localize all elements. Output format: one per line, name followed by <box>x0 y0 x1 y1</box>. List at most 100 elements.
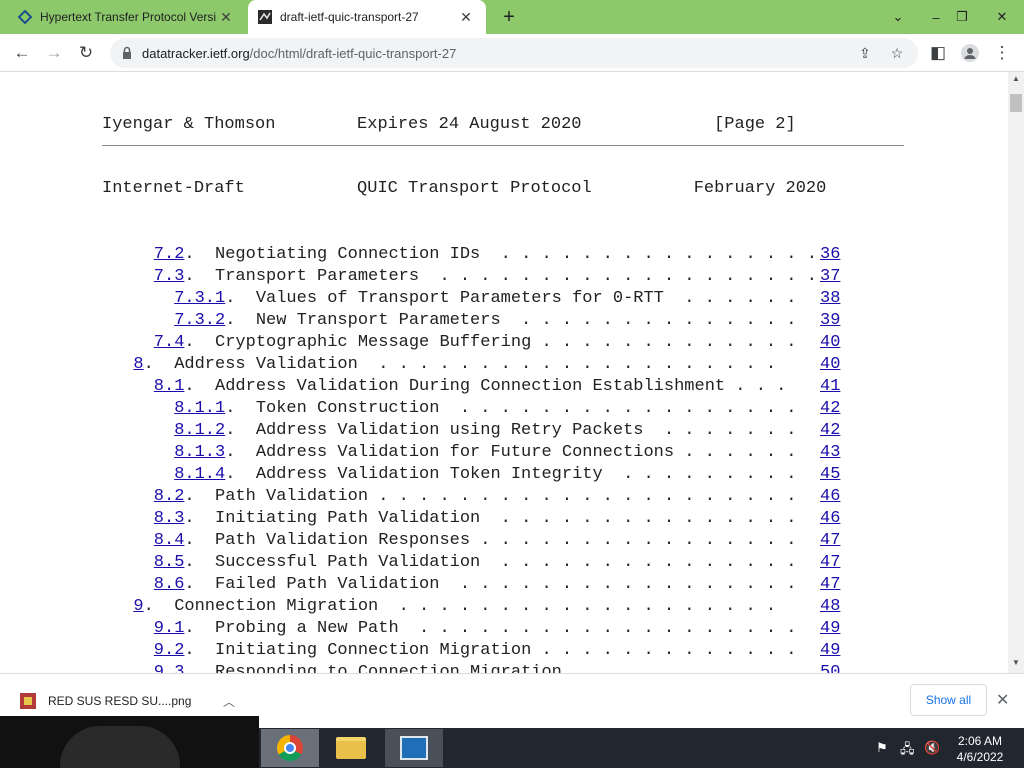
scroll-thumb[interactable] <box>1010 94 1022 112</box>
download-item[interactable]: RED SUS RESD SU....png ︿ <box>10 684 235 718</box>
toc-section-title: Values of Transport Parameters for 0-RTT… <box>255 289 797 308</box>
ietf-favicon-icon <box>258 10 272 24</box>
back-arrow-icon[interactable]: ← <box>10 41 34 65</box>
toc-section-title: Initiating Path Validation . . . . . . .… <box>215 509 797 528</box>
toc-section-link[interactable]: 7.2 <box>154 245 185 264</box>
tab-close-icon[interactable]: ✕ <box>216 7 236 27</box>
toc-section-link[interactable]: 7.3.1 <box>174 289 225 308</box>
toc-section-link[interactable]: 8.1.1 <box>174 399 225 418</box>
toc-entry: 8.4. Path Validation Responses . . . . .… <box>153 531 797 550</box>
toc-entry: 8.1.3. Address Validation for Future Con… <box>174 443 797 462</box>
toc-page-link[interactable]: 41 <box>820 376 840 398</box>
toc-section-link[interactable]: 8.1.2 <box>174 421 225 440</box>
taskbar-file-explorer-app[interactable] <box>322 729 380 767</box>
toc-page-link[interactable]: 43 <box>820 442 840 464</box>
toc-section-link[interactable]: 8.1.4 <box>174 465 225 484</box>
toc-entry: 7.2. Negotiating Connection IDs . . . . … <box>153 245 817 264</box>
clock-date: 4/6/2022 <box>956 750 1004 764</box>
toc-section-title: Path Validation . . . . . . . . . . . . … <box>215 487 797 506</box>
toc-page-link[interactable]: 47 <box>820 552 840 574</box>
toc-entry: 7.3.1. Values of Transport Parameters fo… <box>174 289 797 308</box>
volume-muted-icon[interactable]: 🔇 <box>924 740 940 756</box>
window-close-icon[interactable]: ✕ <box>980 0 1024 34</box>
toc-section-title: Responding to Connection Migration . . .… <box>215 663 797 673</box>
toc-page-link[interactable]: 48 <box>820 596 840 618</box>
vertical-scrollbar[interactable]: ▲ ▼ <box>1008 72 1024 673</box>
browser-toolbar: ← → ↻ datatracker.ietf.org/doc/html/draf… <box>0 34 1024 72</box>
chevron-up-icon[interactable]: ︿ <box>223 693 235 710</box>
page-footer-line: Iyengar & Thomson Expires 24 August 2020… <box>102 115 796 134</box>
lock-icon <box>123 46 131 59</box>
toc-entry: 7.3.2. New Transport Parameters . . . . … <box>174 311 797 330</box>
url-host: datatracker.ietf.org <box>142 46 250 61</box>
profile-avatar-icon[interactable] <box>958 41 982 65</box>
toc-section-title: Probing a New Path . . . . . . . . . . .… <box>215 619 797 638</box>
toc-section-link[interactable]: 8 <box>133 355 143 374</box>
toc-page-link[interactable]: 49 <box>820 618 840 640</box>
taskbar-photos-app[interactable] <box>385 729 443 767</box>
toc-page-link[interactable]: 46 <box>820 486 840 508</box>
toc-entry: 8.2. Path Validation . . . . . . . . . .… <box>153 487 797 506</box>
toc-page-link[interactable]: 45 <box>820 464 840 486</box>
taskbar-chrome-app[interactable] <box>261 729 319 767</box>
reload-icon[interactable]: ↻ <box>74 41 98 65</box>
tab-search-chevron-icon[interactable]: ⌄ <box>882 0 914 34</box>
bookmark-star-icon[interactable]: ☆ <box>888 44 906 62</box>
toc-section-link[interactable]: 9.1 <box>154 619 185 638</box>
toc-page-link[interactable]: 50 <box>820 662 840 673</box>
toc-page-link[interactable]: 40 <box>820 332 840 354</box>
toc-section-link[interactable]: 7.4 <box>154 333 185 352</box>
toc-section-link[interactable]: 9.3 <box>154 663 185 673</box>
toc-page-link[interactable]: 40 <box>820 354 840 376</box>
side-panel-icon[interactable]: ◧ <box>926 41 950 65</box>
toc-page-link[interactable]: 42 <box>820 420 840 442</box>
tab-close-icon[interactable]: ✕ <box>456 7 476 27</box>
toc-page-link[interactable]: 47 <box>820 530 840 552</box>
toc-section-link[interactable]: 9.2 <box>154 641 185 660</box>
toc-section-title: Cryptographic Message Buffering . . . . … <box>215 333 797 352</box>
toc-page-link[interactable]: 37 <box>820 266 840 288</box>
restore-icon[interactable]: ❐ <box>946 0 978 34</box>
tab-http-protocol[interactable]: Hypertext Transfer Protocol Versi ✕ <box>8 0 246 34</box>
scroll-down-arrow-icon[interactable]: ▼ <box>1012 658 1020 667</box>
toc-section-link[interactable]: 8.2 <box>154 487 185 506</box>
tab-strip: Hypertext Transfer Protocol Versi ✕ draf… <box>0 0 1024 34</box>
toc-entry: 8.6. Failed Path Validation . . . . . . … <box>153 575 797 594</box>
toc-page-link[interactable]: 46 <box>820 508 840 530</box>
toc-entry: 9. Connection Migration . . . . . . . . … <box>133 597 777 616</box>
toc-section-link[interactable]: 7.3 <box>154 267 185 286</box>
toc-page-link[interactable]: 38 <box>820 288 840 310</box>
toc-section-title: Transport Parameters . . . . . . . . . .… <box>215 267 817 286</box>
toc-section-link[interactable]: 9 <box>133 597 143 616</box>
toc-page-link[interactable]: 36 <box>820 244 840 266</box>
close-icon[interactable]: ✕ <box>996 690 1009 710</box>
flag-notification-icon[interactable]: ⚑ <box>876 740 888 756</box>
toc-section-title: Connection Migration . . . . . . . . . .… <box>174 597 777 616</box>
toc-page-link[interactable]: 47 <box>820 574 840 596</box>
toc-section-link[interactable]: 8.1.3 <box>174 443 225 462</box>
toc-section-link[interactable]: 8.1 <box>154 377 185 396</box>
toc-page-link[interactable]: 39 <box>820 310 840 332</box>
toc-section-link[interactable]: 8.4 <box>154 531 185 550</box>
toc-section-title: Address Validation During Connection Est… <box>215 377 787 396</box>
toc-page-link[interactable]: 42 <box>820 398 840 420</box>
toc-section-link[interactable]: 8.6 <box>154 575 185 594</box>
webcam-overlay <box>0 716 259 768</box>
address-bar[interactable]: datatracker.ietf.org/doc/html/draft-ietf… <box>110 38 918 68</box>
toc-entry: 8. Address Validation . . . . . . . . . … <box>133 355 777 374</box>
system-clock[interactable]: 2:06 AM 4/6/2022 <box>950 733 1010 765</box>
show-all-button[interactable]: Show all <box>910 684 987 716</box>
network-icon[interactable]: 🖧 <box>900 740 915 762</box>
toc-page-link[interactable]: 49 <box>820 640 840 662</box>
forward-arrow-icon[interactable]: → <box>42 41 66 65</box>
toc-section-title: Address Validation Token Integrity . . .… <box>255 465 797 484</box>
toc-section-link[interactable]: 8.5 <box>154 553 185 572</box>
toc-section-link[interactable]: 8.3 <box>154 509 185 528</box>
tab-quic-transport[interactable]: draft-ietf-quic-transport-27 ✕ <box>248 0 486 34</box>
scroll-up-arrow-icon[interactable]: ▲ <box>1012 74 1020 83</box>
folder-icon <box>336 737 366 759</box>
menu-kebab-icon[interactable]: ⋮ <box>990 41 1014 65</box>
share-icon[interactable]: ⇪ <box>856 44 874 62</box>
toc-section-link[interactable]: 7.3.2 <box>174 311 225 330</box>
new-tab-button[interactable]: + <box>498 6 520 28</box>
